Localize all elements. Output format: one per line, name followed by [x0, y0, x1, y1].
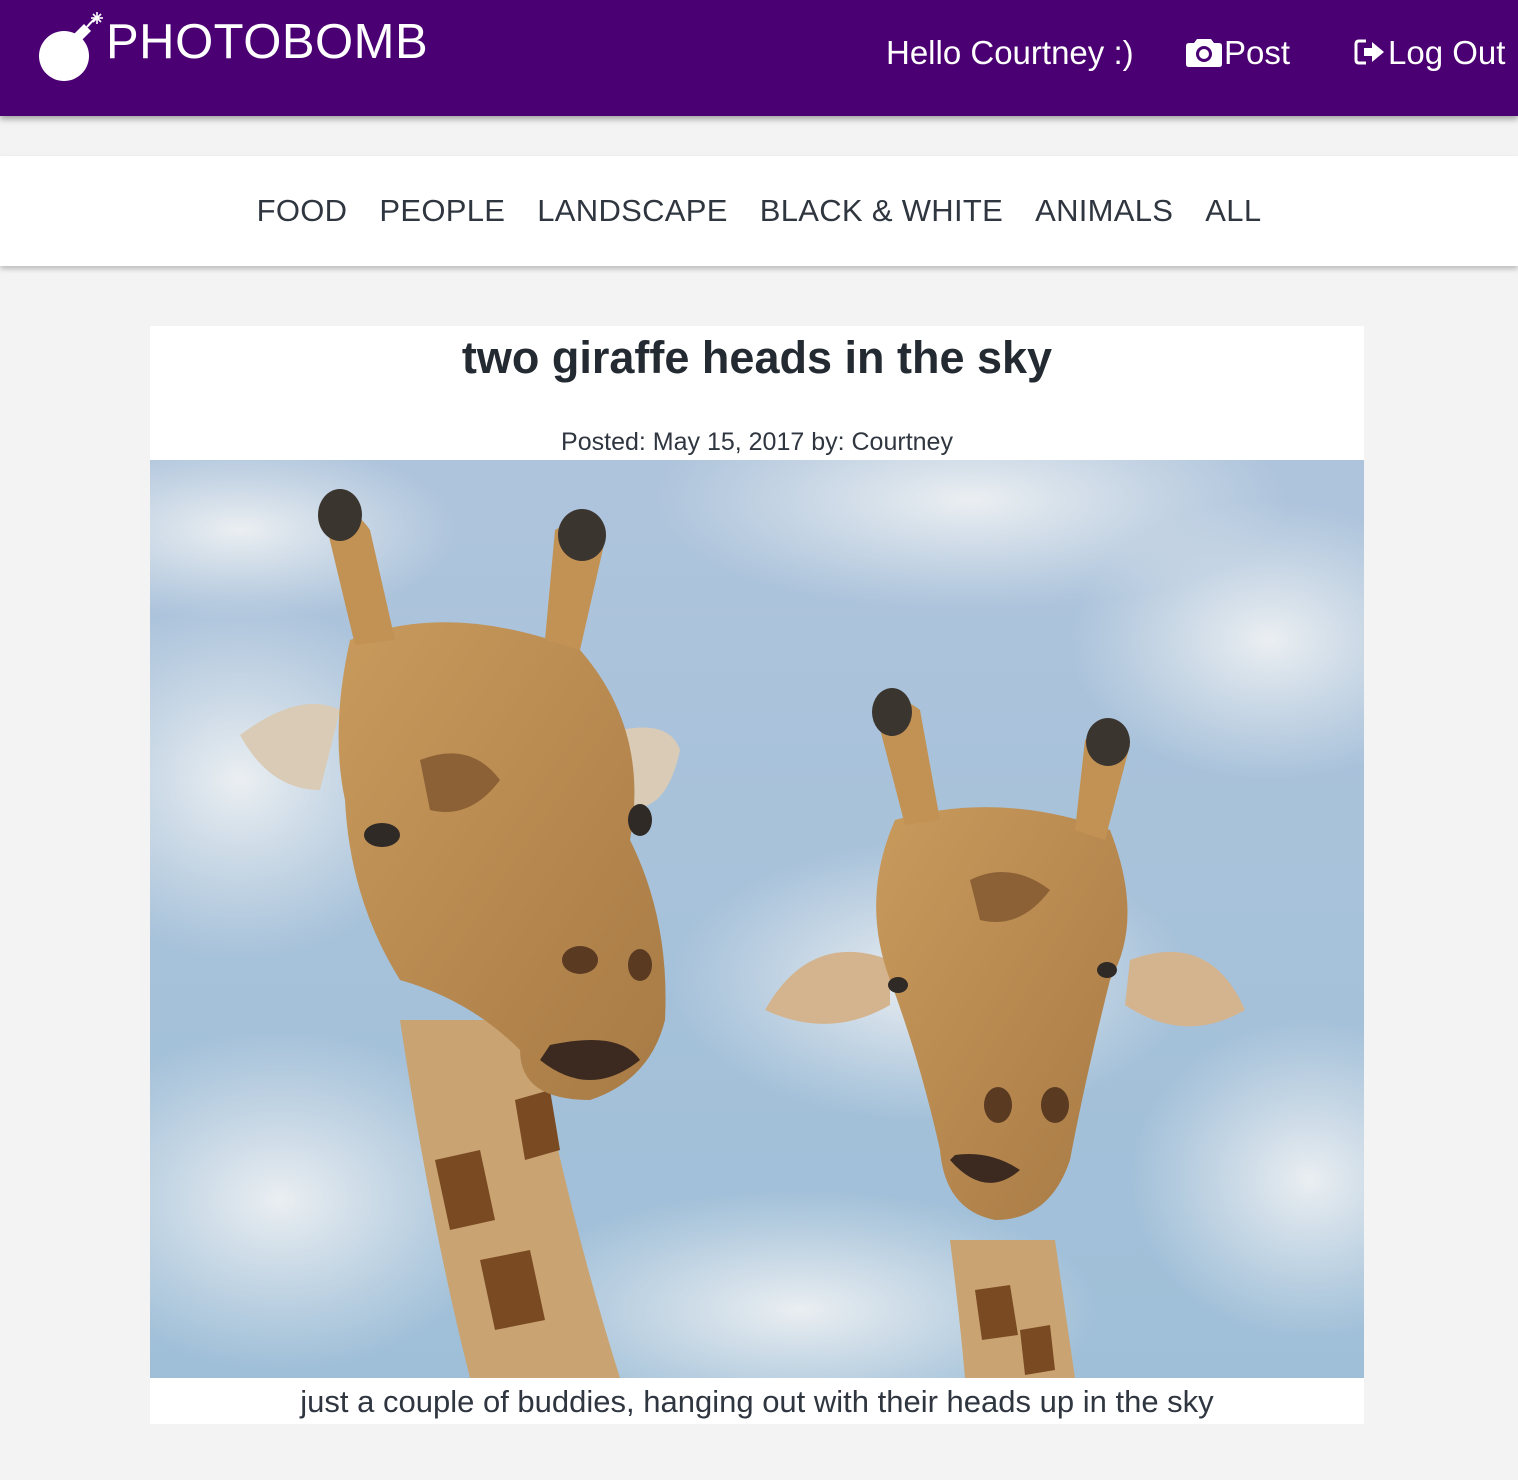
category-food[interactable]: FOOD: [257, 193, 348, 229]
category-landscape[interactable]: LANDSCAPE: [537, 193, 728, 229]
brand-name: PHOTOBOMB: [106, 14, 429, 69]
category-people[interactable]: PEOPLE: [379, 193, 505, 229]
category-all[interactable]: ALL: [1205, 193, 1261, 229]
sign-out-icon: [1354, 39, 1384, 65]
post-photo: [150, 460, 1364, 1378]
post-label: Post: [1224, 33, 1291, 71]
brand-link[interactable]: PHOTOBOMB: [36, 12, 428, 82]
post-button[interactable]: Post: [1186, 32, 1290, 72]
camera-icon: [1186, 39, 1222, 67]
post-meta: Posted: May 15, 2017 by: Courtney: [561, 428, 953, 456]
post-caption: just a couple of buddies, hanging out wi…: [300, 1384, 1214, 1419]
logout-label: Log Out: [1388, 33, 1506, 71]
bomb-icon: [39, 12, 103, 81]
post-card: two giraffe heads in the sky Posted: May…: [150, 326, 1364, 1424]
greeting-text: Hello Courtney :): [886, 33, 1134, 71]
logout-button[interactable]: Log Out: [1354, 32, 1505, 72]
top-navbar: PHOTOBOMB Hello Courtney :) Post Log Out: [0, 0, 1518, 116]
post-title: two giraffe heads in the sky: [461, 332, 1053, 383]
category-nav: FOOD PEOPLE LANDSCAPE BLACK & WHITE ANIM…: [0, 156, 1518, 266]
category-animals[interactable]: ANIMALS: [1035, 193, 1173, 229]
category-black-and-white[interactable]: BLACK & WHITE: [760, 193, 1003, 229]
